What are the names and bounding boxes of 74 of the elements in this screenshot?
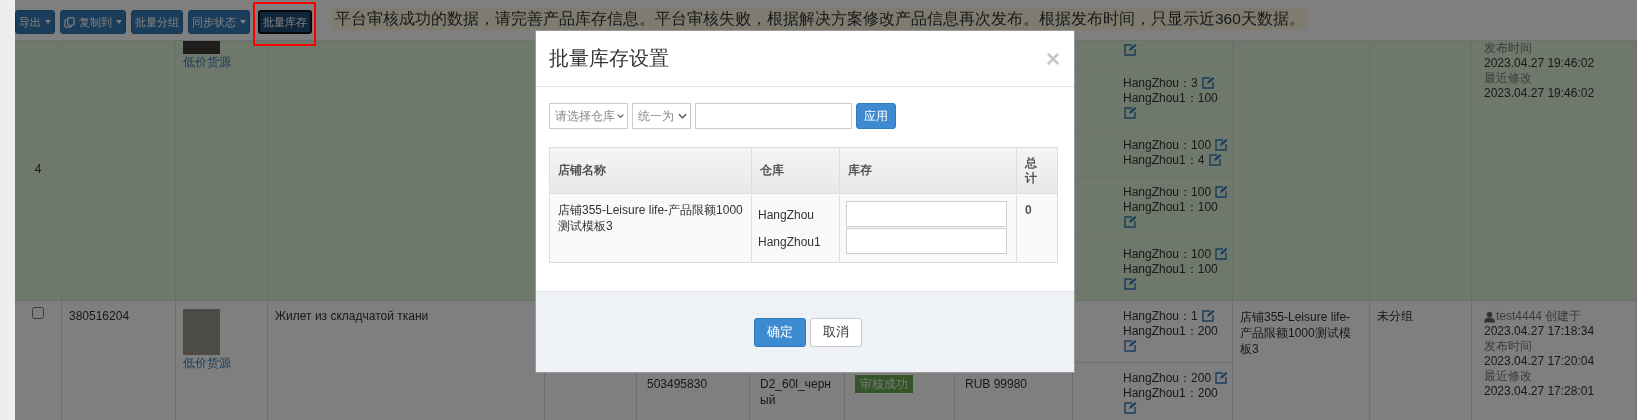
- dialog-button[interactable]: 确定: [753, 317, 806, 347]
- stock-quantity: HangZhou：1: [1123, 309, 1198, 323]
- edit-icon[interactable]: [1214, 185, 1229, 198]
- timestamp: 2023.04.27 19:46:02: [1484, 86, 1595, 101]
- edit-icon[interactable]: [1123, 401, 1137, 414]
- product-title: Жилет из складчатой ткани: [275, 309, 429, 323]
- price: RUB 99980: [965, 377, 1028, 391]
- group-name: 未分组: [1377, 309, 1413, 323]
- edit-icon[interactable]: [1123, 277, 1137, 290]
- stock-quantity: HangZhou1：4: [1123, 153, 1205, 167]
- stock-quantity: HangZhou：100: [1123, 185, 1212, 199]
- dialog-title: 批量库存设置: [549, 46, 669, 71]
- warehouse-select[interactable]: 请选择仓库: [549, 103, 628, 129]
- toolbar-button[interactable]: 批量库存: [258, 10, 312, 34]
- stock-quantity: HangZhou1：100: [1123, 262, 1218, 276]
- edit-icon[interactable]: [1214, 371, 1229, 384]
- variant-name: D2_60l_черный: [760, 377, 831, 407]
- time-label: 发布时间: [1484, 41, 1532, 56]
- user-icon: [1484, 310, 1495, 323]
- toolbar-button[interactable]: 批量分组: [131, 10, 183, 34]
- stock-input[interactable]: [846, 201, 1007, 227]
- edit-icon[interactable]: [1214, 247, 1229, 260]
- close-button[interactable]: ×: [1046, 44, 1060, 73]
- value-input[interactable]: [695, 103, 852, 129]
- edit-icon[interactable]: [1201, 76, 1216, 89]
- edit-icon[interactable]: [1207, 153, 1222, 166]
- low-price-link[interactable]: 低价货源: [183, 55, 231, 70]
- stock-quantity: HangZhou1：200: [1123, 324, 1218, 338]
- stock-quantity: HangZhou1：100: [1123, 91, 1218, 105]
- highlight-frame: [253, 2, 316, 46]
- toolbar-button[interactable]: 复制到: [60, 10, 126, 34]
- chevron-down-icon: [617, 113, 624, 119]
- status-badge: 审核成功: [855, 375, 913, 393]
- time-label: 发布时间: [1484, 339, 1532, 354]
- photo-placeholder: [183, 309, 220, 355]
- warehouse-name: HangZhou1: [758, 233, 821, 250]
- store-name: 店铺355-Leisure life-产品限额1000测试模板3: [558, 203, 743, 233]
- stock-quantity: HangZhou1：200: [1123, 386, 1218, 400]
- chevron-down-icon: [678, 113, 687, 119]
- dialog-button[interactable]: 取消: [809, 317, 862, 347]
- stock-quantity: HangZhou：200: [1123, 371, 1212, 385]
- stock-quantity: HangZhou1：100: [1123, 200, 1218, 214]
- row-checkbox[interactable]: [32, 307, 44, 319]
- column-header: 总计: [1023, 154, 1038, 187]
- store-name: 店铺355-Leisure life-产品限额1000测试模板3: [1240, 310, 1351, 356]
- time-label: 最近修改: [1484, 71, 1532, 86]
- edit-icon[interactable]: [1123, 106, 1137, 119]
- total-value: 0: [1025, 203, 1032, 217]
- row-number: 4: [34, 162, 42, 177]
- stock-quantity: HangZhou：100: [1123, 138, 1212, 152]
- timestamp: 2023.04.27 17:28:01: [1484, 384, 1595, 399]
- stock-input[interactable]: [846, 228, 1007, 254]
- edit-icon[interactable]: [1201, 309, 1216, 322]
- warehouse-name: HangZhou: [758, 206, 815, 223]
- toolbar-button[interactable]: 同步状态: [188, 10, 250, 34]
- creator-text: test4444 创建于: [1496, 309, 1582, 324]
- edit-icon[interactable]: [1123, 43, 1137, 56]
- photo-placeholder: [183, 41, 220, 54]
- sku-id: 503495830: [647, 377, 708, 391]
- mode-select[interactable]: 统一为: [632, 103, 691, 129]
- low-price-link[interactable]: 低价货源: [183, 356, 231, 371]
- product-id: 380516204: [69, 309, 130, 323]
- timestamp: 2023.04.27 17:20:04: [1484, 354, 1595, 369]
- notice-text: 平台审核成功的数据，请完善产品库存信息。平台审核失败，根据解决方案修改产品信息再次发布。根据发布时间，只显示近360天数据。: [332, 8, 1308, 30]
- timestamp: 2023.04.27 19:46:02: [1484, 56, 1595, 71]
- apply-button[interactable]: 应用: [856, 103, 896, 129]
- stock-quantity: HangZhou：100: [1123, 247, 1212, 261]
- edit-icon[interactable]: [1123, 215, 1137, 228]
- stock-quantity: HangZhou：3: [1123, 76, 1198, 90]
- time-label: 最近修改: [1484, 369, 1532, 384]
- edit-icon[interactable]: [1214, 138, 1229, 151]
- toolbar-button[interactable]: 导出: [15, 10, 55, 34]
- timestamp: 2023.04.27 17:18:34: [1484, 324, 1595, 339]
- edit-icon[interactable]: [1123, 339, 1137, 352]
